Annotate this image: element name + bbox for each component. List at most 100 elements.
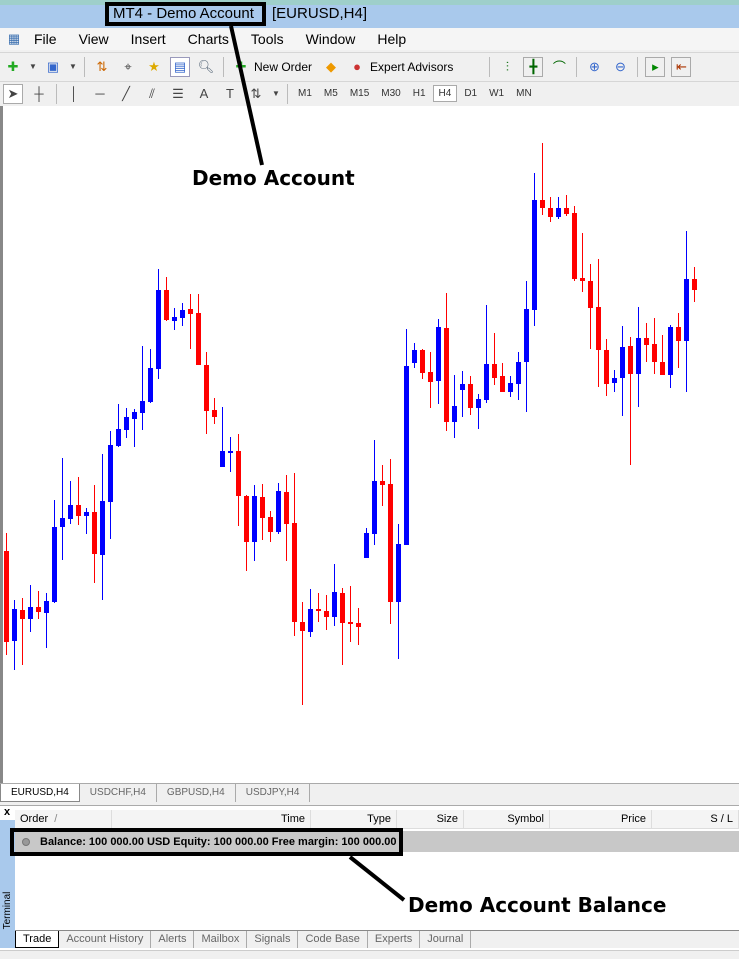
candle-body xyxy=(52,527,57,602)
line-chart-icon[interactable]: ⌒ xyxy=(549,57,569,77)
text-icon[interactable]: A xyxy=(194,84,214,104)
candle xyxy=(484,305,489,403)
terminal-close-button[interactable]: x xyxy=(4,806,10,818)
equidistant-channel-icon[interactable]: ⫽ xyxy=(142,84,162,104)
timeframe-h4[interactable]: H4 xyxy=(432,85,458,102)
horizontal-line-icon[interactable]: ─ xyxy=(90,84,110,104)
candle xyxy=(220,407,225,467)
col-price[interactable]: Price xyxy=(550,810,652,828)
timeframe-m15[interactable]: M15 xyxy=(345,86,374,101)
tab-mailbox[interactable]: Mailbox xyxy=(194,931,248,948)
candle-body xyxy=(372,481,377,534)
bar-chart-icon[interactable]: ⫶ xyxy=(497,57,517,77)
col-sl[interactable]: S / L xyxy=(652,810,739,828)
menu-file[interactable]: File xyxy=(34,31,57,47)
candlestick-icon[interactable]: ╋ xyxy=(523,56,544,77)
tab-experts[interactable]: Experts xyxy=(368,931,421,948)
chart-tab-gbpusd[interactable]: GBPUSD,H4 xyxy=(157,784,236,802)
menu-help[interactable]: Help xyxy=(377,31,406,47)
auto-scroll-icon[interactable]: ▸ xyxy=(645,56,666,77)
candle-body xyxy=(532,200,537,310)
tab-journal[interactable]: Journal xyxy=(420,931,472,948)
candle xyxy=(572,206,577,281)
strategy-tester-icon[interactable]: 🔍︎ xyxy=(196,57,216,77)
expert-advisors-button[interactable]: Expert Advisors xyxy=(370,60,453,74)
crosshair-icon[interactable]: ┼ xyxy=(29,84,49,104)
candle xyxy=(60,458,65,560)
candle xyxy=(52,500,57,603)
new-order-icon[interactable]: ✚ xyxy=(231,57,251,77)
navigator-icon[interactable]: ★ xyxy=(144,57,164,77)
menu-insert[interactable]: Insert xyxy=(131,31,166,47)
candle xyxy=(308,589,313,637)
chart-tab-usdchf[interactable]: USDCHF,H4 xyxy=(80,784,157,802)
candle-body xyxy=(468,384,473,408)
fibonacci-icon[interactable]: ☰ xyxy=(168,84,188,104)
col-order[interactable]: Order / xyxy=(15,810,112,828)
timeframe-m30[interactable]: M30 xyxy=(376,86,405,101)
candle-body xyxy=(588,281,593,308)
col-size[interactable]: Size xyxy=(397,810,464,828)
menu-charts[interactable]: Charts xyxy=(188,31,229,47)
timeframe-m5[interactable]: M5 xyxy=(319,86,343,101)
dropdown-icon[interactable]: ▼ xyxy=(29,57,37,77)
tab-signals[interactable]: Signals xyxy=(247,931,299,948)
text-label-icon[interactable]: T xyxy=(220,84,240,104)
cursor-icon[interactable]: ➤ xyxy=(3,83,23,104)
col-type[interactable]: Type xyxy=(311,810,397,828)
col-time[interactable]: Time xyxy=(112,810,311,828)
candle-body xyxy=(132,412,137,419)
profiles-icon[interactable]: ▣ xyxy=(43,57,63,77)
zoom-in-icon[interactable]: ⊕ xyxy=(584,57,604,77)
crosshair-icon[interactable]: ⌖ xyxy=(118,57,138,77)
chart-tab-usdjpy[interactable]: USDJPY,H4 xyxy=(236,784,311,802)
candle-body xyxy=(60,518,65,527)
candle xyxy=(396,524,401,659)
candle xyxy=(252,485,257,561)
metaeditor-icon[interactable]: ◆ xyxy=(321,57,341,77)
candle-body xyxy=(108,445,113,502)
tab-alerts[interactable]: Alerts xyxy=(151,931,195,948)
candle-body xyxy=(164,290,169,320)
candle-body xyxy=(684,279,689,341)
timeframe-d1[interactable]: D1 xyxy=(459,86,482,101)
chart-shift-icon[interactable]: ⇤ xyxy=(671,56,692,77)
dropdown-icon[interactable]: ▼ xyxy=(69,57,77,77)
candle xyxy=(564,195,569,216)
market-watch-icon[interactable]: ⇅ xyxy=(92,57,112,77)
candle xyxy=(428,352,433,408)
candle-body xyxy=(44,601,49,613)
candle xyxy=(372,440,377,545)
tab-trade[interactable]: Trade xyxy=(15,931,60,948)
dropdown-icon[interactable]: ▼ xyxy=(272,84,280,104)
timeframe-mn[interactable]: MN xyxy=(511,86,537,101)
new-order-button[interactable]: New Order xyxy=(254,60,312,74)
menu-view[interactable]: View xyxy=(79,31,109,47)
expert-advisors-icon[interactable]: ● xyxy=(347,57,367,77)
menu-window[interactable]: Window xyxy=(306,31,356,47)
tab-code-base[interactable]: Code Base xyxy=(298,931,368,948)
candle-body xyxy=(404,366,409,545)
tab-account-history[interactable]: Account History xyxy=(59,931,152,948)
candle xyxy=(76,477,81,525)
trendline-icon[interactable]: ╱ xyxy=(116,84,136,104)
col-symbol[interactable]: Symbol xyxy=(464,810,550,828)
candle-body xyxy=(460,384,465,390)
vertical-line-icon[interactable]: │ xyxy=(64,84,84,104)
price-chart[interactable] xyxy=(0,106,739,783)
candle-body xyxy=(612,378,617,383)
chart-tab-eurusd[interactable]: EURUSD,H4 xyxy=(0,784,80,802)
zoom-out-icon[interactable]: ⊖ xyxy=(610,57,630,77)
terminal-icon[interactable]: ▤ xyxy=(170,56,190,77)
candle xyxy=(468,376,473,415)
candle-body xyxy=(484,364,489,400)
demo-balance-annotation: Demo Account Balance xyxy=(408,893,667,917)
candle-body xyxy=(140,401,145,413)
new-chart-icon[interactable]: ✚ xyxy=(3,57,23,77)
window-symbol: [EURUSD,H4] xyxy=(272,5,368,22)
timeframe-w1[interactable]: W1 xyxy=(484,86,509,101)
timeframe-m1[interactable]: M1 xyxy=(293,86,317,101)
menu-tools[interactable]: Tools xyxy=(251,31,284,47)
arrows-icon[interactable]: ⇅ xyxy=(246,84,266,104)
timeframe-h1[interactable]: H1 xyxy=(408,86,431,101)
